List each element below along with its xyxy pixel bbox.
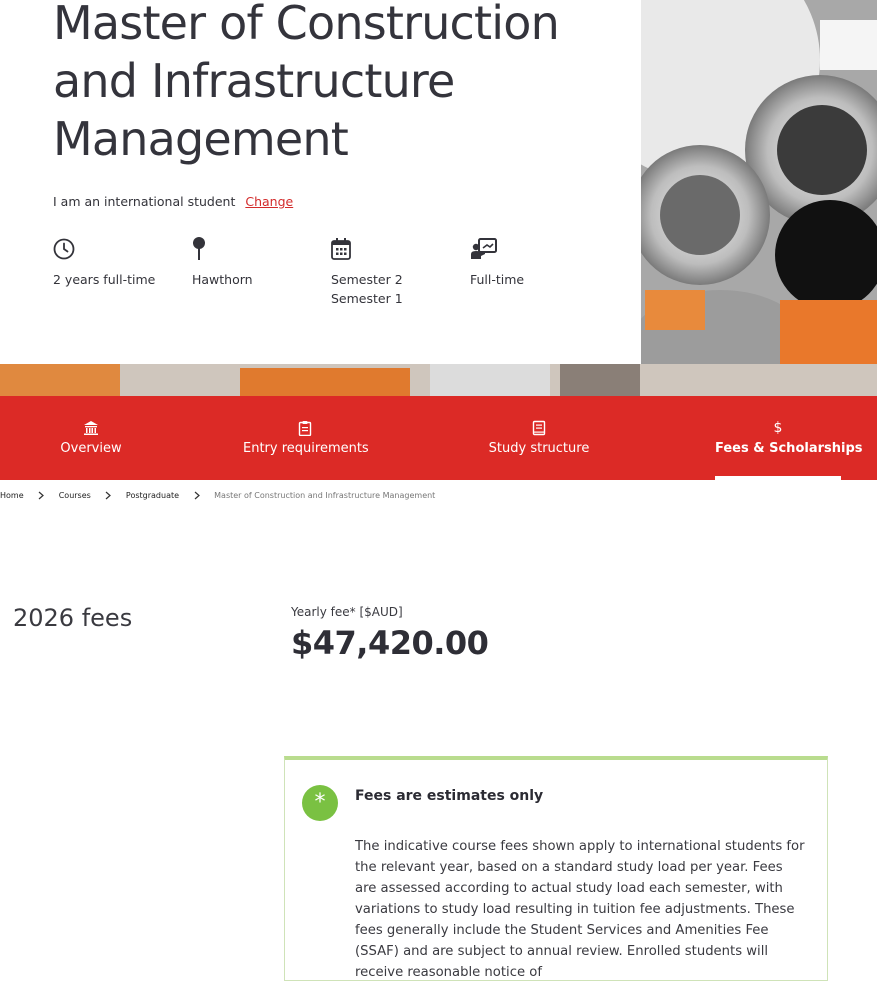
tab-study-structure[interactable]: Study structure bbox=[488, 396, 590, 480]
breadcrumb-postgraduate[interactable]: Postgraduate bbox=[126, 491, 179, 500]
student-type-line: I am an international student Change bbox=[53, 194, 293, 209]
institution-icon bbox=[84, 421, 98, 435]
clipboard-icon bbox=[298, 421, 312, 436]
course-info-card: Master of Construction and Infrastructur… bbox=[0, 0, 641, 364]
fact-intake-semester-2: Semester 2 bbox=[331, 272, 403, 287]
fact-study-mode: Full-time bbox=[470, 236, 600, 289]
breadcrumb-current-page: Master of Construction and Infrastructur… bbox=[214, 491, 436, 500]
fact-duration: 2 years full-time bbox=[53, 236, 183, 289]
tab-fees-scholarships[interactable]: $ Fees & Scholarships bbox=[715, 396, 863, 480]
yearly-fee-label: Yearly fee* [$AUD] bbox=[291, 605, 403, 619]
chevron-right-icon bbox=[194, 491, 200, 500]
notice-body: The indicative course fees shown apply t… bbox=[355, 839, 805, 980]
tab-overview-label: Overview bbox=[60, 441, 122, 456]
fact-intake-semester-1: Semester 1 bbox=[331, 291, 403, 306]
yearly-fee-amount: $47,420.00 bbox=[291, 624, 489, 662]
calendar-icon bbox=[331, 238, 351, 260]
fact-intake: Semester 2 Semester 1 bbox=[331, 236, 461, 308]
tab-overview[interactable]: Overview bbox=[48, 396, 134, 480]
breadcrumb-courses[interactable]: Courses bbox=[59, 491, 91, 500]
change-student-type-link[interactable]: Change bbox=[245, 194, 293, 209]
course-title: Master of Construction and Infrastructur… bbox=[53, 0, 560, 166]
fact-study-mode-text: Full-time bbox=[470, 272, 525, 287]
fact-duration-text: 2 years full-time bbox=[53, 272, 156, 287]
breadcrumb-home[interactable]: Home bbox=[0, 491, 24, 500]
asterisk-icon: * bbox=[302, 785, 338, 821]
tab-entry-requirements-label: Entry requirements bbox=[243, 441, 369, 456]
tab-fees-scholarships-label: Fees & Scholarships bbox=[715, 441, 863, 456]
fees-estimate-notice: * Fees are estimates only The indicative… bbox=[284, 756, 828, 981]
presentation-icon bbox=[471, 238, 497, 259]
tab-entry-requirements[interactable]: Entry requirements bbox=[243, 396, 369, 480]
breadcrumb: Home Courses Postgraduate Master of Cons… bbox=[0, 491, 435, 500]
chevron-right-icon bbox=[38, 491, 45, 500]
fact-campus: Hawthorn bbox=[192, 236, 322, 289]
fact-campus-text: Hawthorn bbox=[192, 272, 253, 287]
tab-study-structure-label: Study structure bbox=[488, 441, 590, 456]
map-pin-icon bbox=[193, 237, 205, 260]
dollar-icon: $ bbox=[773, 420, 783, 436]
fees-year-heading: 2026 fees bbox=[13, 604, 133, 632]
hero-banner: Master of Construction and Infrastructur… bbox=[0, 0, 877, 396]
book-icon bbox=[532, 420, 546, 436]
student-type-text: I am an international student bbox=[53, 194, 236, 209]
notice-title: Fees are estimates only bbox=[355, 788, 544, 804]
course-section-tabs: Overview Entry requirements Study struct… bbox=[0, 396, 877, 480]
chevron-right-icon bbox=[105, 491, 112, 500]
clock-icon bbox=[53, 238, 75, 260]
